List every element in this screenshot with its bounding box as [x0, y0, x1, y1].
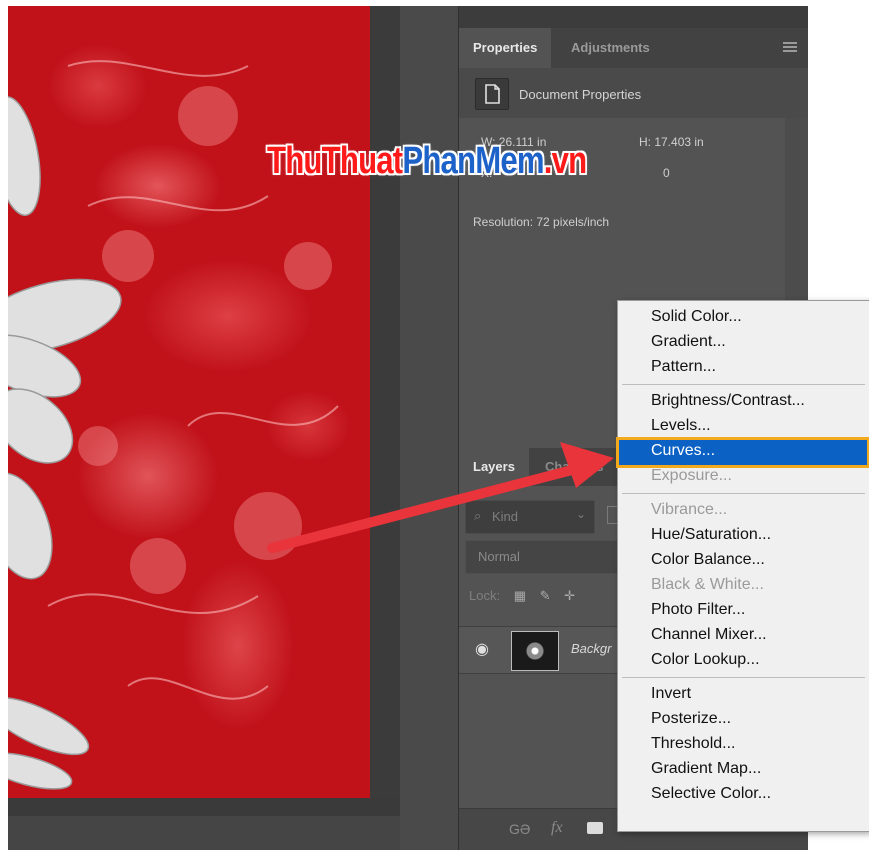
status-bar: [8, 816, 400, 850]
menu-item-curves[interactable]: Curves...: [616, 437, 869, 468]
menu-item-label: Exposure...: [651, 467, 732, 484]
menu-item-solid-color[interactable]: Solid Color...: [619, 306, 867, 331]
search-icon: ⌕: [474, 508, 482, 523]
menu-item-selective-color[interactable]: Selective Color...: [619, 783, 867, 808]
panel-gutter: [400, 6, 458, 850]
lock-brush-icon[interactable]: ✎: [540, 588, 551, 603]
tab-properties[interactable]: Properties: [459, 28, 552, 68]
menu-item-brightness-contrast[interactable]: Brightness/Contrast...: [619, 390, 867, 415]
menu-item-label: Solid Color...: [651, 308, 742, 325]
menu-item-pattern[interactable]: Pattern...: [619, 356, 867, 381]
menu-item-label: Hue/Saturation...: [651, 526, 772, 543]
panel-top-strip: [459, 6, 808, 28]
menu-item-gradient-map[interactable]: Gradient Map...: [619, 758, 867, 783]
mask-icon[interactable]: [587, 822, 603, 834]
menu-item-threshold[interactable]: Threshold...: [619, 733, 867, 758]
menu-item-invert[interactable]: Invert: [619, 683, 867, 708]
kind-filter-select[interactable]: ⌕ Kind ⌄: [465, 500, 595, 534]
menu-item-label: Posterize...: [651, 710, 732, 727]
menu-item-black-white: Black & White...: [619, 574, 867, 599]
menu-item-levels[interactable]: Levels...: [619, 415, 867, 440]
height-value: H: 17.403 in: [639, 135, 704, 149]
menu-item-color-lookup[interactable]: Color Lookup...: [619, 649, 867, 674]
lock-label: Lock:: [469, 588, 501, 603]
menu-item-label: Vibrance...: [651, 501, 728, 518]
canvas-bottom-edge: [8, 798, 400, 816]
link-icon[interactable]: GƏ: [509, 821, 530, 837]
menu-item-exposure: Exposure...: [619, 465, 867, 490]
watermark: ThuThuatPhanMem.vn: [267, 140, 587, 183]
menu-item-label: Levels...: [651, 417, 711, 434]
y-value: 0: [663, 166, 670, 180]
menu-item-channel-mixer[interactable]: Channel Mixer...: [619, 624, 867, 649]
menu-item-label: Gradient...: [651, 333, 726, 350]
watermark-part2: PhanMem: [402, 140, 544, 182]
canvas-artwork: [8, 60, 339, 790]
menu-item-label: Color Lookup...: [651, 651, 760, 668]
menu-item-label: Color Balance...: [651, 551, 765, 568]
blend-mode-label: Normal: [478, 549, 520, 564]
watermark-part3: .vn: [543, 140, 587, 182]
adjustment-layer-menu: Solid Color... Gradient... Pattern... Brigh…: [616, 300, 869, 832]
menu-item-hue-saturation[interactable]: Hue/Saturation...: [619, 524, 867, 549]
kind-filter-label: Kind: [492, 509, 519, 524]
document-icon: [475, 78, 509, 110]
document-properties-title: Document Properties: [519, 87, 642, 102]
menu-item-label: Brightness/Contrast...: [651, 392, 805, 409]
tab-layers[interactable]: Layers: [459, 448, 529, 486]
menu-item-label: Invert: [651, 685, 692, 702]
menu-item-label: Pattern...: [651, 358, 716, 375]
lock-transparent-icon[interactable]: ▦: [514, 588, 526, 603]
chevron-down-icon: ⌄: [575, 507, 586, 521]
panel-menu-icon[interactable]: [783, 42, 797, 52]
layer-name: Backgr: [571, 641, 612, 656]
lock-move-icon[interactable]: ✛: [564, 588, 575, 603]
document-canvas[interactable]: [8, 6, 370, 798]
watermark-part1: ThuThuat: [267, 140, 403, 182]
menu-item-label: Channel Mixer...: [651, 626, 767, 643]
layer-thumbnail: [511, 631, 559, 671]
blend-mode-select[interactable]: Normal: [465, 540, 627, 574]
menu-separator: [622, 677, 865, 678]
resolution-value: Resolution: 72 pixels/inch: [473, 215, 610, 229]
menu-item-gradient[interactable]: Gradient...: [619, 331, 867, 356]
tab-channels[interactable]: Channels: [531, 448, 618, 486]
menu-item-label: Gradient Map...: [651, 760, 762, 777]
menu-item-vibrance: Vibrance...: [619, 499, 867, 524]
document-properties-header: Document Properties: [459, 68, 808, 118]
menu-item-label: Selective Color...: [651, 785, 772, 802]
menu-item-photo-filter[interactable]: Photo Filter...: [619, 599, 867, 624]
properties-tab-bar: Properties Adjustments: [459, 28, 808, 68]
lock-row: Lock: ▦ ✎ ✛: [469, 588, 575, 604]
eye-icon[interactable]: ◉: [475, 639, 489, 659]
canvas-gutter: [370, 6, 400, 850]
menu-item-posterize[interactable]: Posterize...: [619, 708, 867, 733]
menu-item-label: Curves...: [651, 442, 716, 459]
menu-separator: [622, 384, 865, 385]
tab-adjustments[interactable]: Adjustments: [557, 28, 664, 68]
fx-icon[interactable]: fx: [551, 819, 563, 837]
menu-item-label: Photo Filter...: [651, 601, 746, 618]
menu-item-label: Threshold...: [651, 735, 736, 752]
menu-item-label: Black & White...: [651, 576, 764, 593]
menu-separator: [622, 493, 865, 494]
menu-item-color-balance[interactable]: Color Balance...: [619, 549, 867, 574]
